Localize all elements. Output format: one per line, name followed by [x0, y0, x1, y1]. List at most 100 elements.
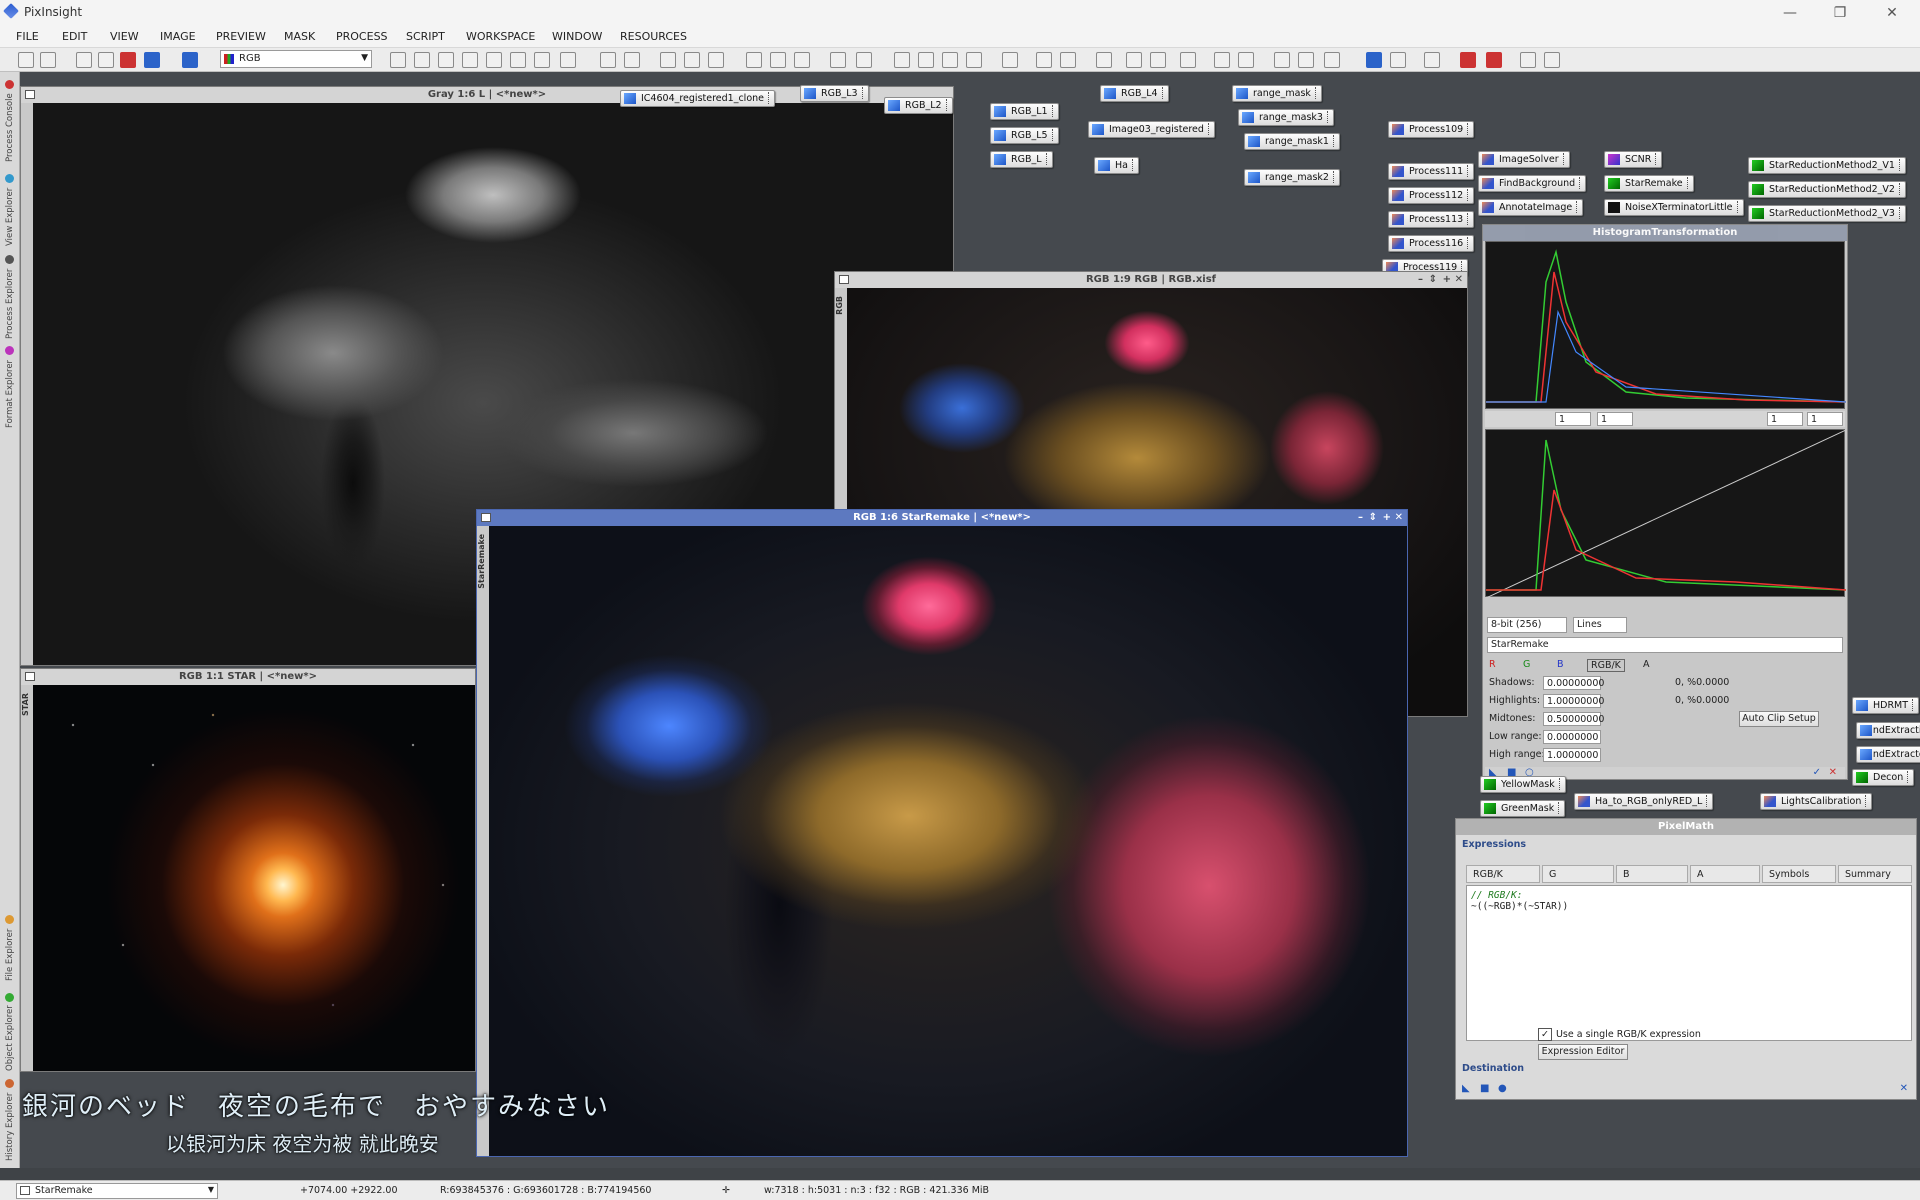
tool-icon[interactable] [1180, 52, 1196, 68]
icon-yellowmask[interactable]: YellowMask [1480, 776, 1566, 793]
channel-g[interactable]: G [1523, 659, 1530, 670]
icon-greenmask[interactable]: GreenMask [1480, 800, 1566, 817]
zoom-in-icon[interactable] [600, 52, 616, 68]
tool-icon[interactable] [770, 52, 786, 68]
icon-starreductionmethod2-v3[interactable]: StarReductionMethod2_V3 [1748, 205, 1906, 222]
tab-b[interactable]: B [1616, 865, 1688, 883]
tool-icon[interactable] [1298, 52, 1314, 68]
menu-view[interactable]: VIEW [110, 30, 139, 43]
midtones-input[interactable]: 0.50000000 [1543, 712, 1604, 726]
tab-summary[interactable]: Summary [1838, 865, 1912, 883]
window-title-bar[interactable]: RGB 1:6 StarRemake | <*new*> – ⇕ + ✕ [477, 510, 1407, 526]
tool-icon[interactable] [486, 52, 502, 68]
tool-icon[interactable] [1002, 52, 1018, 68]
tool-icon[interactable] [510, 52, 526, 68]
icon-ha[interactable]: Ha [1094, 157, 1139, 174]
icon-scnr[interactable]: SCNR [1604, 151, 1663, 168]
channel-b[interactable]: B [1557, 659, 1564, 670]
window-title-bar[interactable]: RGB 1:9 RGB | RGB.xisf – ⇕ + ✕ [835, 272, 1467, 288]
graph-style-select[interactable]: Lines [1573, 617, 1627, 633]
tool-icon[interactable] [98, 52, 114, 68]
expression-editor-textarea[interactable]: // RGB/K: ~((~RGB)*(~STAR)) [1466, 885, 1912, 1041]
tool-icon[interactable] [1544, 52, 1560, 68]
single-expression-checkbox[interactable]: ✓ Use a single RGB/K expression [1538, 1028, 1701, 1041]
tool-icon[interactable] [1214, 52, 1230, 68]
channel-select[interactable]: RGB ▼ [220, 50, 372, 68]
menu-window[interactable]: WINDOW [552, 30, 602, 43]
zoom-icon[interactable] [708, 52, 724, 68]
menu-edit[interactable]: EDIT [62, 30, 87, 43]
icon-noisexterminatorlittle[interactable]: NoiseXTerminatorLittle [1604, 199, 1744, 216]
starremake-nebula-image[interactable] [489, 526, 1407, 1156]
tab-symbols[interactable]: Symbols [1762, 865, 1836, 883]
icon-process113[interactable]: Process113 [1388, 211, 1475, 228]
active-view-select[interactable]: StarRemake ▼ [16, 1183, 218, 1199]
close-icon[interactable]: ✕ [1872, 2, 1912, 24]
menu-process[interactable]: PROCESS [336, 30, 388, 43]
zoom-icon[interactable] [684, 52, 700, 68]
tool-icon[interactable] [76, 52, 92, 68]
icon-hdrmt[interactable]: HDRMT [1852, 697, 1920, 714]
image-window-starremake[interactable]: RGB 1:6 StarRemake | <*new*> – ⇕ + ✕ StarRem… [476, 509, 1408, 1157]
image-window-star[interactable]: RGB 1:1 STAR | <*new*> STAR [20, 668, 476, 1072]
tab-object-explorer[interactable]: Object Explorer [2, 990, 18, 1074]
shade-icon[interactable]: ⇕ [1369, 510, 1377, 526]
menu-mask[interactable]: MASK [284, 30, 315, 43]
restore-icon[interactable]: ❐ [1820, 2, 1860, 24]
icon-annotateimage[interactable]: AnnotateImage [1478, 199, 1584, 216]
tab-format-explorer[interactable]: Format Explorer [2, 342, 18, 432]
apply-icon[interactable]: ✓ [1813, 767, 1821, 778]
icon-rgb-l5[interactable]: RGB_L5 [990, 127, 1059, 144]
reset-icon[interactable]: ✕ [1900, 1083, 1908, 1094]
expression-editor-button[interactable]: Expression Editor [1538, 1044, 1628, 1060]
low-range-input[interactable]: 0.0000000 [1543, 730, 1601, 744]
high-range-input[interactable]: 1.0000000 [1543, 748, 1601, 762]
shade-icon[interactable]: ⇕ [1429, 272, 1437, 288]
tab-history-explorer[interactable]: History Explorer [2, 1076, 18, 1164]
tool-icon[interactable] [120, 52, 136, 68]
tab-file-explorer[interactable]: File Explorer [2, 908, 18, 988]
tool-icon[interactable] [918, 52, 934, 68]
menu-image[interactable]: IMAGE [160, 30, 196, 43]
shadows-input[interactable]: 0.00000000 [1543, 676, 1604, 690]
minimize-icon[interactable]: — [1770, 2, 1810, 24]
tool-icon[interactable] [1238, 52, 1254, 68]
tool-icon[interactable] [144, 52, 160, 68]
close-icon[interactable]: ✕ [1455, 272, 1463, 288]
menu-file[interactable]: FILE [16, 30, 39, 43]
tool-icon[interactable] [1096, 52, 1112, 68]
highlights-input[interactable]: 1.00000000 [1543, 694, 1604, 708]
zoom-v-input[interactable]: 1 [1597, 412, 1633, 426]
window-title-bar[interactable]: RGB 1:1 STAR | <*new*> [21, 669, 475, 685]
tool-icon[interactable] [1460, 52, 1476, 68]
icon-starreductionmethod2-v2[interactable]: StarReductionMethod2_V2 [1748, 181, 1906, 198]
icon-starreductionmethod2-v1[interactable]: StarReductionMethod2_V1 [1748, 157, 1906, 174]
icon-process116[interactable]: Process116 [1388, 235, 1475, 252]
real-time-preview-icon[interactable]: ● [1498, 1083, 1507, 1094]
icon-range-mask3[interactable]: range_mask3 [1238, 109, 1334, 126]
icon-process111[interactable]: Process111 [1388, 163, 1475, 180]
menu-preview[interactable]: PREVIEW [216, 30, 266, 43]
tool-icon[interactable] [856, 52, 872, 68]
tool-icon[interactable] [1036, 52, 1052, 68]
icon-process109[interactable]: Process109 [1388, 121, 1475, 138]
icon-range-mask1[interactable]: range_mask1 [1244, 133, 1340, 150]
zoom2-h-input[interactable]: 1 [1767, 412, 1803, 426]
star-field-image[interactable] [33, 685, 475, 1071]
icon-background-extractor[interactable]: oundExtractor [1856, 746, 1920, 763]
tool-icon[interactable] [794, 52, 810, 68]
bit-depth-select[interactable]: 8-bit (256) [1487, 617, 1567, 633]
tab-process-console[interactable]: Process Console [2, 76, 18, 166]
tool-icon[interactable] [534, 52, 550, 68]
menu-resources[interactable]: RESOURCES [620, 30, 687, 43]
tool-icon[interactable] [1520, 52, 1536, 68]
tool-icon[interactable] [1424, 52, 1440, 68]
histogram-transformation-panel[interactable]: HistogramTransformation 1 1 1 1 8-bit (2… [1482, 224, 1848, 780]
tool-icon[interactable] [830, 52, 846, 68]
tool-icon[interactable] [560, 52, 576, 68]
auto-clip-setup-button[interactable]: Auto Clip Setup [1739, 711, 1819, 727]
icon-decon[interactable]: Decon [1852, 769, 1915, 786]
channel-rgbk[interactable]: RGB/K [1587, 659, 1625, 672]
icon-range-mask[interactable]: range_mask [1232, 85, 1322, 102]
new-instance-icon[interactable]: ◣ [1462, 1083, 1470, 1094]
